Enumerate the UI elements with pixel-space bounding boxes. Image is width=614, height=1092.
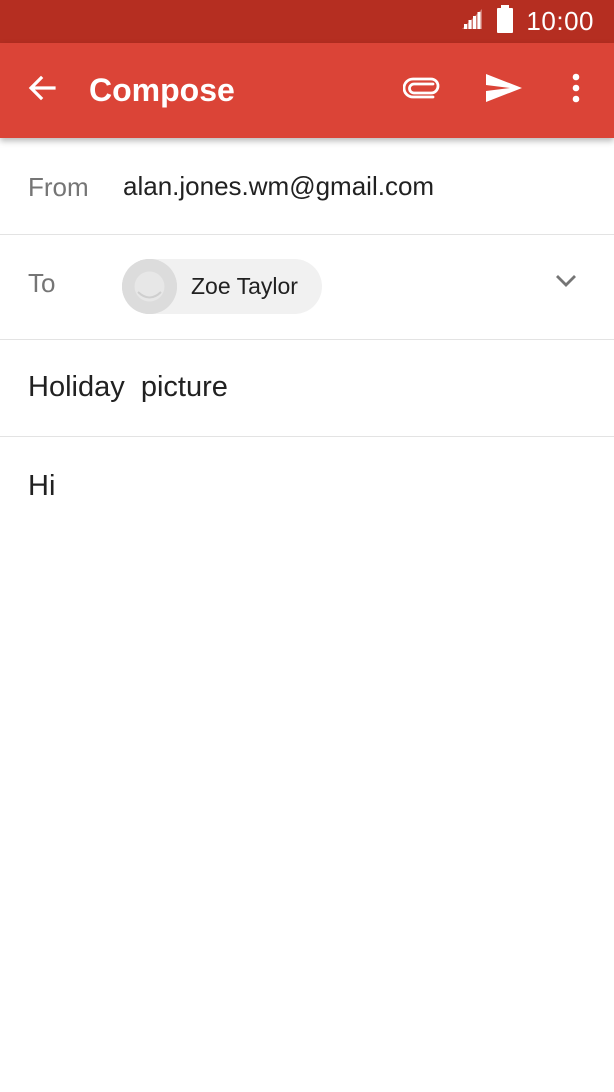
chevron-down-icon [554, 273, 578, 294]
from-row[interactable]: From alan.jones.wm@gmail.com [0, 138, 614, 235]
page-title: Compose [89, 72, 235, 108]
app-bar: Compose [0, 43, 614, 138]
expand-recipients-button[interactable] [544, 261, 588, 305]
status-indicators: 10:00 [460, 0, 594, 43]
status-bar: 10:00 [0, 0, 614, 43]
compose-screen: 10:00 Compose From alan.jones.wm@gmail.c… [0, 0, 614, 1092]
subject-field[interactable]: Holiday picture [0, 340, 614, 437]
message-body-field[interactable]: Hi [0, 437, 614, 1092]
recipient-name: Zoe Taylor [191, 273, 298, 299]
more-options-button[interactable] [552, 66, 600, 114]
send-icon [485, 72, 523, 109]
back-button[interactable] [18, 66, 66, 114]
from-account[interactable]: alan.jones.wm@gmail.com [123, 171, 434, 202]
from-label: From [28, 172, 89, 202]
person-avatar-icon [122, 259, 177, 314]
recipient-chip[interactable]: Zoe Taylor [122, 259, 322, 314]
attach-button[interactable] [398, 66, 446, 114]
subject-text: Holiday picture [28, 371, 228, 403]
more-vert-icon [571, 73, 581, 108]
to-row[interactable]: To Zoe Taylor [0, 235, 614, 340]
arrow-back-icon [26, 72, 58, 109]
message-body-text: Hi [28, 470, 56, 502]
cell-signal-icon [460, 7, 484, 36]
status-time: 10:00 [526, 6, 594, 36]
to-label: To [28, 268, 56, 298]
send-button[interactable] [480, 66, 528, 114]
paperclip-icon [402, 76, 441, 105]
battery-icon [496, 5, 514, 38]
